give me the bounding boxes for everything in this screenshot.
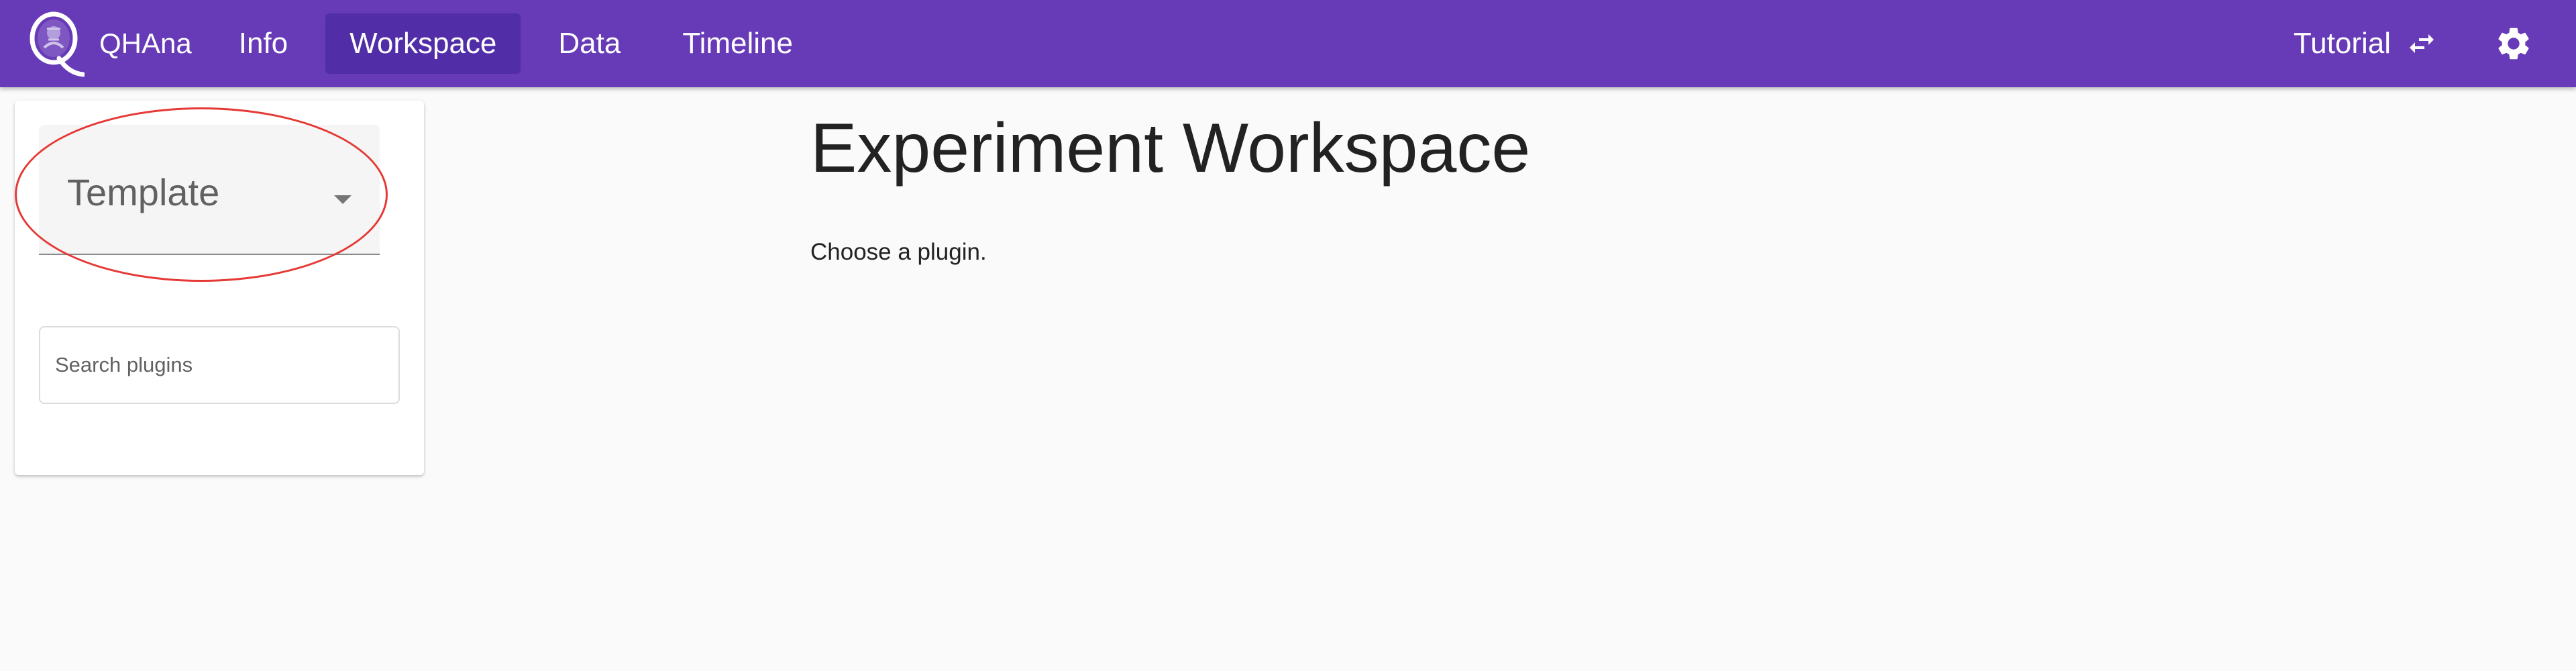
settings-button[interactable]: [2491, 21, 2536, 66]
brand-name: QHAna: [99, 28, 192, 59]
toolbar-right: Tutorial: [2294, 0, 2576, 87]
main-nav: Info Workspace Data Timeline: [215, 13, 830, 74]
chevron-down-icon: [334, 195, 352, 204]
plugin-sidebar: Template: [15, 101, 424, 475]
nav-item-workspace[interactable]: Workspace: [325, 13, 521, 74]
search-plugins-input[interactable]: [40, 353, 398, 377]
page-title: Experiment Workspace: [810, 109, 1531, 187]
qhana-logo-icon: [30, 11, 85, 77]
tutorial-label: Tutorial: [2293, 27, 2391, 60]
template-select-value: Template: [67, 171, 220, 213]
gear-icon: [2498, 28, 2529, 60]
empty-state-message: Choose a plugin.: [810, 239, 987, 265]
nav-item-data[interactable]: Data: [534, 13, 645, 74]
top-app-bar: QHAna Info Workspace Data Timeline Tutor…: [0, 0, 2576, 87]
template-select[interactable]: Template: [39, 125, 380, 255]
nav-item-timeline[interactable]: Timeline: [658, 13, 817, 74]
swap-horiz-icon: [2410, 34, 2434, 53]
brand-area[interactable]: QHAna: [27, 0, 192, 87]
nav-item-info[interactable]: Info: [215, 13, 312, 74]
tutorial-button[interactable]: Tutorial: [2294, 27, 2438, 60]
search-box: [39, 326, 400, 404]
